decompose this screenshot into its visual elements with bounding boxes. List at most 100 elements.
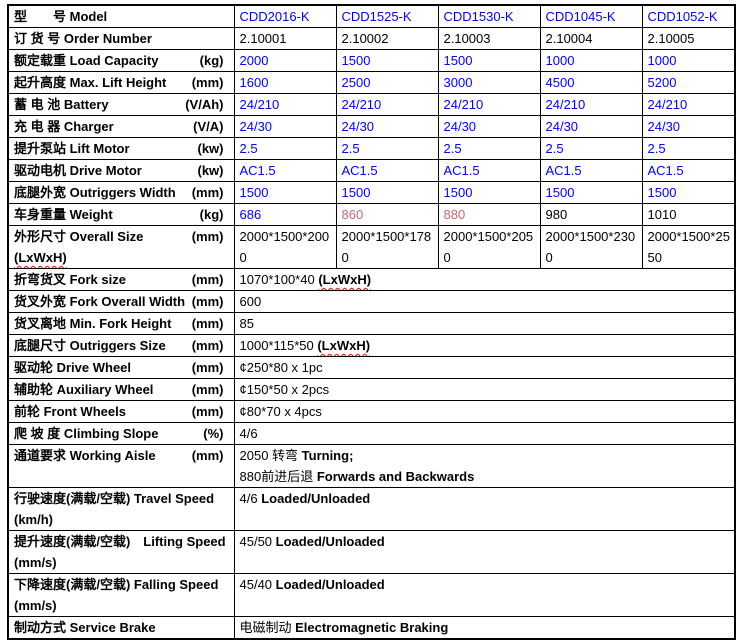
row-label-cell: 行驶速度(满载/空载) Travel Speed(km/h) <box>8 488 234 531</box>
cell-value: 2.5 <box>240 141 258 156</box>
cell-value: ¢150*50 x 2pcs <box>240 382 330 397</box>
value-cell: 4500 <box>540 72 642 94</box>
cell-value: 2.10003 <box>444 31 491 46</box>
value-cell: AC1.5 <box>336 160 438 182</box>
value-cell: 1000 <box>540 50 642 72</box>
row-unit: (mm) <box>192 313 224 334</box>
row-label-cell: 底腿尺寸 Outriggers Size(mm) <box>8 335 234 357</box>
row-label: 额定载重 Load Capacity <box>14 50 158 71</box>
spec-table: 型 号 Model CDD2016-K CDD1525-K CDD1530-K … <box>7 4 736 640</box>
row-label-cell: 前轮 Front Wheels(mm) <box>8 401 234 423</box>
row-unit: (mm) <box>192 226 224 268</box>
model-name: CDD1045-K <box>546 9 616 24</box>
row-label-cell: 型 号 Model <box>8 5 234 28</box>
cell-value: 24/210 <box>240 97 280 112</box>
cell-value: 2000*1500*2050 <box>444 229 534 265</box>
cell-value: 2.10001 <box>240 31 287 46</box>
row-label: 驱动轮 Drive Wheel <box>14 357 131 378</box>
cell-value: 4500 <box>546 75 575 90</box>
row-unit: (mm) <box>192 335 224 356</box>
cell-value: 2.5 <box>546 141 564 156</box>
value-cell: 1500 <box>540 182 642 204</box>
value-cell: 2000*1500*2300 <box>540 226 642 269</box>
row-label: 折弯货叉 Fork size <box>14 269 126 290</box>
cell-value: 1010 <box>648 207 677 222</box>
cell-value: AC1.5 <box>648 163 684 178</box>
row-unit: (mm/s) <box>14 595 230 616</box>
value-cell: 2000 <box>234 50 336 72</box>
model-cell: CDD1530-K <box>438 5 540 28</box>
cell-value: ¢250*80 x 1pc <box>240 360 323 375</box>
row-label-text: 外形尺寸 Overall Size <box>14 229 143 244</box>
merged-value-cell: 45/50 Loaded/Unloaded <box>234 531 735 574</box>
value-cell: 1500 <box>642 182 735 204</box>
merged-value-cell: 85 <box>234 313 735 335</box>
cell-value: 24/30 <box>444 119 477 134</box>
row-unit: (mm) <box>192 401 224 422</box>
row-unit: (mm) <box>192 182 224 203</box>
row-label-cell: 驱动轮 Drive Wheel(mm) <box>8 357 234 379</box>
row-charger: 充 电 器 Charger(V/A) 24/30 24/30 24/30 24/… <box>8 116 735 138</box>
value-cell: 2.10003 <box>438 28 540 50</box>
row-unit: (mm/s) <box>14 552 230 573</box>
row-label: 行驶速度(满载/空载) Travel Speed <box>14 488 230 509</box>
value-cell: 1600 <box>234 72 336 94</box>
row-weight: 车身重量 Weight(kg) 686 860 880 980 1010 <box>8 204 735 226</box>
cell-value: AC1.5 <box>546 163 582 178</box>
spec-sheet-page: 型 号 Model CDD2016-K CDD1525-K CDD1530-K … <box>0 0 742 642</box>
row-label: 下降速度(满载/空载) Falling Speed <box>14 574 230 595</box>
value-cell: 860 <box>336 204 438 226</box>
cell-value: AC1.5 <box>342 163 378 178</box>
row-unit: (mm) <box>192 291 224 312</box>
row-label-cell: 外形尺寸 Overall Size (LxWxH) (mm) <box>8 226 234 269</box>
row-label: 辅助轮 Auxiliary Wheel <box>14 379 153 400</box>
value-cell: AC1.5 <box>438 160 540 182</box>
value-cell: 2.5 <box>336 138 438 160</box>
row-label: 提升速度(满载/空载) Lifting Speed <box>14 531 230 552</box>
row-label-cell: 下降速度(满载/空载) Falling Speed(mm/s) <box>8 574 234 617</box>
cell-value: 1000*115*50 <box>240 338 318 353</box>
model-name: CDD2016-K <box>240 9 310 24</box>
value-cell: 24/30 <box>336 116 438 138</box>
value-cell: 24/210 <box>234 94 336 116</box>
row-label-cell: 底腿外宽 Outriggers Width (mm) <box>8 182 234 204</box>
cell-value: 2000*1500*1780 <box>342 229 432 265</box>
row-outriggers-size: 底腿尺寸 Outriggers Size(mm) 1000*115*50 (Lx… <box>8 335 735 357</box>
row-label-cell: 提升泵站 Lift Motor(kw) <box>8 138 234 160</box>
row-label: 底腿外宽 Outriggers Width <box>14 182 176 203</box>
value-cell: 1000 <box>642 50 735 72</box>
cell-value: 1500 <box>444 53 473 68</box>
row-label: 型 号 Model <box>14 6 107 27</box>
model-cell: CDD1525-K <box>336 5 438 28</box>
cell-value: 1600 <box>240 75 269 90</box>
cell-value: 24/30 <box>342 119 375 134</box>
cell-value: 1500 <box>546 185 575 200</box>
merged-value-cell: ¢80*70 x 4pcs <box>234 401 735 423</box>
row-label-cell: 货叉离地 Min. Fork Height(mm) <box>8 313 234 335</box>
value-cell: 2.10005 <box>642 28 735 50</box>
cell-value: 600 <box>240 294 262 309</box>
row-lifting-speed: 提升速度(满载/空载) Lifting Speed(mm/s) 45/50 Lo… <box>8 531 735 574</box>
cell-value-en: Loaded/Unloaded <box>276 534 385 549</box>
merged-value-cell: 45/40 Loaded/Unloaded <box>234 574 735 617</box>
cell-value: 880前进后退 <box>240 469 317 484</box>
cell-value: 2.10002 <box>342 31 389 46</box>
row-label-cell: 驱动电机 Drive Motor(kw) <box>8 160 234 182</box>
cell-value: 2050 转弯 <box>240 448 302 463</box>
cell-value: 24/210 <box>546 97 586 112</box>
row-label-cell: 制动方式 Service Brake <box>8 617 234 640</box>
row-label: 充 电 器 Charger <box>14 116 114 137</box>
spellcheck-squiggle: (LxWxH) <box>14 250 67 265</box>
row-label: 制动方式 Service Brake <box>14 617 156 638</box>
row-outriggers-width: 底腿外宽 Outriggers Width(mm) 1500 1500 1500… <box>8 182 735 204</box>
cell-value: 4/6 <box>240 491 262 506</box>
row-fork-overall-width: 货叉外宽 Fork Overall Width(mm) 600 <box>8 291 735 313</box>
model-name: CDD1052-K <box>648 9 718 24</box>
row-falling-speed: 下降速度(满载/空载) Falling Speed(mm/s) 45/40 Lo… <box>8 574 735 617</box>
row-label: 车身重量 Weight <box>14 204 113 225</box>
row-label-cell: 车身重量 Weight(kg) <box>8 204 234 226</box>
cell-value: 电磁制动 <box>240 620 296 635</box>
value-cell: AC1.5 <box>540 160 642 182</box>
value-line-2: 880前进后退 Forwards and Backwards <box>240 466 731 487</box>
row-label: 爬 坡 度 Climbing Slope <box>14 423 158 444</box>
